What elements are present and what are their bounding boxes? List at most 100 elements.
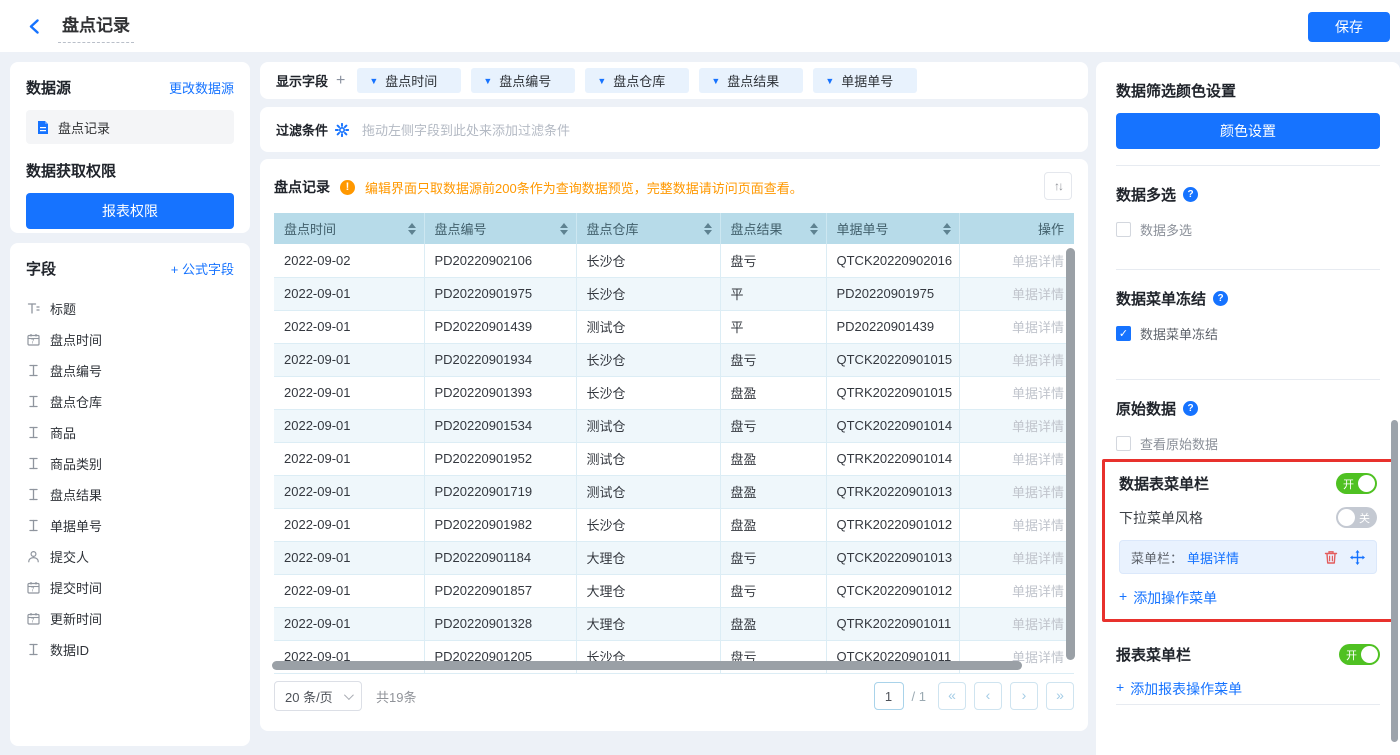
table-cell: QTRK20220901013	[826, 475, 959, 508]
field-item[interactable]: 盘点结果	[26, 479, 234, 510]
delete-icon[interactable]	[1324, 550, 1338, 565]
data-permission-heading: 数据获取权限	[26, 160, 234, 181]
page-next-button[interactable]: ›	[1010, 682, 1038, 710]
display-field-chip[interactable]: ▼盘点结果	[699, 68, 803, 93]
field-item[interactable]: 单据单号	[26, 510, 234, 541]
table-cell: PD20220901934	[424, 343, 576, 376]
display-field-chip[interactable]: ▼单据单号	[813, 68, 917, 93]
column-header[interactable]: 盘点时间	[274, 213, 424, 244]
column-header-label: 盘点时间	[284, 222, 336, 237]
filter-drop-placeholder[interactable]: 拖动左侧字段到此处来添加过滤条件	[362, 120, 570, 139]
report-permission-button[interactable]: 报表权限	[26, 193, 234, 229]
chip-label: 盘点结果	[727, 71, 779, 90]
page-size-select[interactable]: 20 条/页	[274, 681, 362, 711]
row-action-link[interactable]: 单据详情	[959, 607, 1074, 640]
row-action-link[interactable]: 单据详情	[959, 376, 1074, 409]
field-item[interactable]: 标题	[26, 293, 234, 324]
sort-carets-icon[interactable]	[810, 223, 818, 235]
menu-freeze-checkbox[interactable]: ✓ 数据菜单冻结	[1116, 324, 1380, 343]
sort-carets-icon[interactable]	[704, 223, 712, 235]
table-cell: 盘亏	[720, 541, 826, 574]
panel-scrollbar[interactable]	[1391, 420, 1398, 742]
add-formula-field-link[interactable]: + 公式字段	[171, 259, 234, 278]
row-action-link[interactable]: 单据详情	[959, 508, 1074, 541]
warning-icon: !	[340, 180, 355, 195]
table-menu-toggle[interactable]: 开	[1336, 473, 1377, 494]
table-cell: 盘亏	[720, 409, 826, 442]
sort-carets-icon[interactable]	[560, 223, 568, 235]
row-action-link[interactable]: 单据详情	[959, 475, 1074, 508]
report-menu-toggle[interactable]: 开	[1339, 644, 1380, 665]
raw-data-checkbox[interactable]: 查看原始数据	[1116, 434, 1380, 453]
field-item[interactable]: 数据ID	[26, 634, 234, 665]
row-action-link[interactable]: 单据详情	[959, 310, 1074, 343]
page-prev-button[interactable]: ‹	[974, 682, 1002, 710]
move-icon[interactable]	[1350, 550, 1365, 565]
table-cell: 大理仓	[576, 574, 720, 607]
row-action-link[interactable]: 单据详情	[959, 343, 1074, 376]
column-header[interactable]: 操作	[959, 213, 1074, 244]
table-horizontal-scrollbar[interactable]	[272, 661, 1022, 670]
menu-bar-item[interactable]: 菜单栏： 单据详情	[1119, 540, 1377, 574]
dropdown-style-toggle[interactable]: 关	[1336, 507, 1377, 528]
column-header[interactable]: 盘点仓库	[576, 213, 720, 244]
color-settings-button[interactable]: 颜色设置	[1116, 113, 1380, 149]
menu-bar-item-label: 菜单栏：	[1131, 548, 1183, 567]
table-cell: 长沙仓	[576, 343, 720, 376]
gear-icon[interactable]	[335, 123, 349, 137]
table-cell: 长沙仓	[576, 244, 720, 277]
sort-carets-icon[interactable]	[408, 223, 416, 235]
row-action-link[interactable]: 单据详情	[959, 244, 1074, 277]
column-header[interactable]: 盘点编号	[424, 213, 576, 244]
field-item[interactable]: 盘点仓库	[26, 386, 234, 417]
display-field-chip[interactable]: ▼盘点仓库	[585, 68, 689, 93]
back-button[interactable]	[24, 16, 44, 36]
table-vertical-scrollbar[interactable]	[1066, 248, 1075, 660]
page-first-button[interactable]: «	[938, 682, 966, 710]
table-cell: QTCK20220902016	[826, 244, 959, 277]
save-button[interactable]: 保存	[1308, 12, 1390, 42]
datasource-item[interactable]: 盘点记录	[26, 110, 234, 144]
row-action-link[interactable]: 单据详情	[959, 442, 1074, 475]
page-title[interactable]: 盘点记录	[58, 9, 134, 43]
field-type-date-icon: 7	[26, 581, 41, 594]
column-header[interactable]: 盘点结果	[720, 213, 826, 244]
sort-order-icon[interactable]: ↑↓	[1044, 172, 1072, 200]
field-item[interactable]: 7提交时间	[26, 572, 234, 603]
add-action-menu-link[interactable]: +添加操作菜单	[1119, 588, 1217, 608]
table-cell: 大理仓	[576, 541, 720, 574]
field-item[interactable]: 7盘点时间	[26, 324, 234, 355]
field-type-text-icon	[26, 457, 41, 470]
field-item[interactable]: 7更新时间	[26, 603, 234, 634]
dropdown-triangle-icon: ▼	[369, 76, 378, 86]
page-last-button[interactable]: »	[1046, 682, 1074, 710]
add-display-field-button[interactable]: +	[336, 72, 345, 90]
help-icon[interactable]: ?	[1183, 401, 1198, 416]
display-field-chip[interactable]: ▼盘点编号	[471, 68, 575, 93]
menu-bar-item-value[interactable]: 单据详情	[1187, 548, 1239, 567]
field-item[interactable]: 商品	[26, 417, 234, 448]
display-field-chip[interactable]: ▼盘点时间	[357, 68, 461, 93]
help-icon[interactable]: ?	[1183, 187, 1198, 202]
row-action-link[interactable]: 单据详情	[959, 409, 1074, 442]
help-icon[interactable]: ?	[1213, 291, 1228, 306]
row-action-link[interactable]: 单据详情	[959, 277, 1074, 310]
change-datasource-link[interactable]: 更改数据源	[169, 78, 234, 97]
multi-select-checkbox[interactable]: 数据多选	[1116, 220, 1380, 239]
table-row: 2022-09-01PD20220901857大理仓盘亏QTCK20220901…	[274, 574, 1074, 607]
column-header[interactable]: 单据单号	[826, 213, 959, 244]
field-item[interactable]: 盘点编号	[26, 355, 234, 386]
table-cell: 盘盈	[720, 376, 826, 409]
table-row: 2022-09-01PD20220901975长沙仓平PD20220901975…	[274, 277, 1074, 310]
table-cell: 盘盈	[720, 607, 826, 640]
field-item[interactable]: 提交人	[26, 541, 234, 572]
row-action-link[interactable]: 单据详情	[959, 541, 1074, 574]
row-action-link[interactable]: 单据详情	[959, 574, 1074, 607]
table-cell: PD20220901393	[424, 376, 576, 409]
table-cell: 2022-09-01	[274, 310, 424, 343]
table-cell: PD20220901328	[424, 607, 576, 640]
field-item[interactable]: 商品类别	[26, 448, 234, 479]
add-report-action-menu-link[interactable]: +添加报表操作菜单	[1116, 679, 1242, 699]
sort-carets-icon[interactable]	[943, 223, 951, 235]
page-number-input[interactable]	[874, 682, 904, 710]
